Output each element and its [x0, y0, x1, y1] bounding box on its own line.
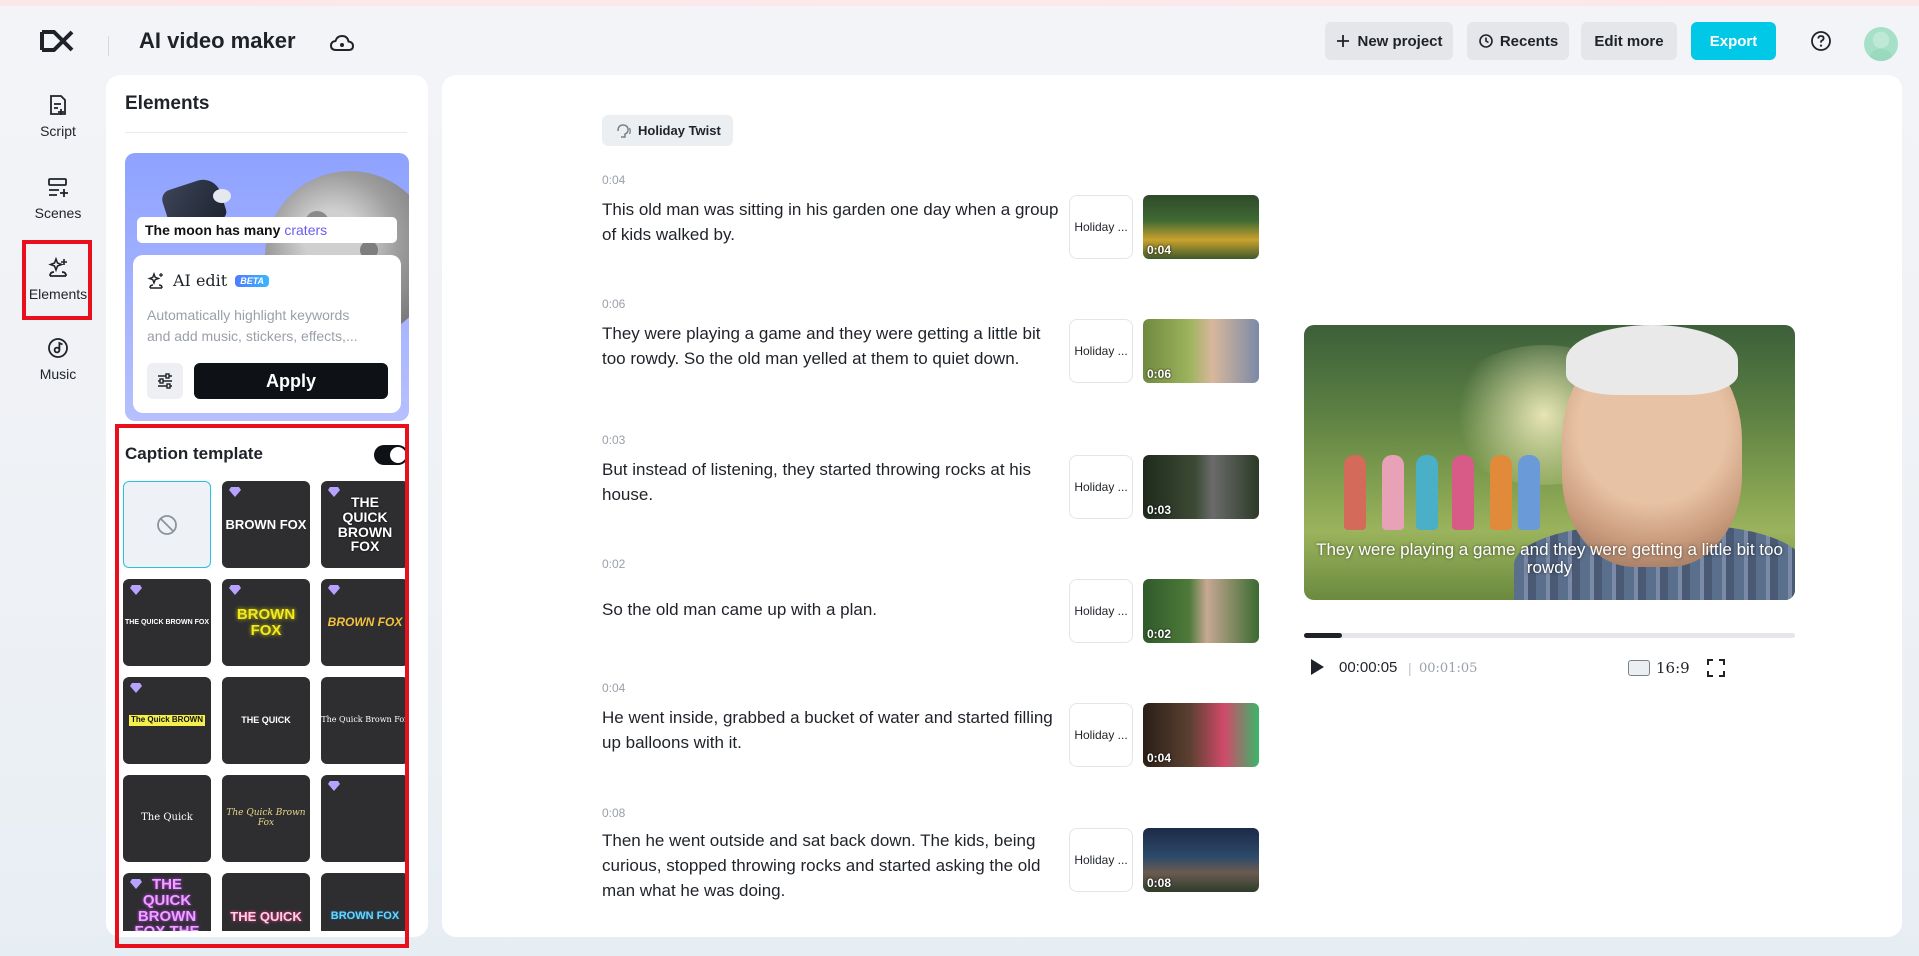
script-icon	[46, 93, 70, 117]
scene-template-chip[interactable]: Holiday ...	[1069, 319, 1133, 383]
scene-duration: 0:08	[602, 806, 625, 820]
music-icon	[46, 336, 70, 360]
header: AI video maker New project Recents Edit …	[0, 6, 1919, 76]
scene-duration: 0:02	[602, 557, 625, 571]
video-preview[interactable]: They were playing a game and they were g…	[1304, 325, 1795, 600]
recents-button[interactable]: Recents	[1467, 22, 1569, 60]
promo-caption-text: The moon has many	[145, 222, 280, 238]
scene-thumbnail[interactable]: 0:04	[1143, 195, 1259, 259]
scene-text[interactable]: They were playing a game and they were g…	[602, 321, 1062, 371]
preview-child-figure	[1490, 455, 1512, 530]
preview-caption: They were playing a game and they were g…	[1304, 541, 1795, 577]
app-title: AI video maker	[139, 28, 296, 54]
ai-edit-description: Automatically highlight keywords and add…	[147, 305, 392, 347]
playback-progress-fill	[1304, 633, 1342, 638]
fullscreen-icon[interactable]	[1706, 658, 1726, 678]
rail-label-scenes: Scenes	[35, 205, 82, 221]
cloud-icon[interactable]	[329, 33, 355, 53]
scene-text[interactable]: Then he went outside and sat back down. …	[602, 828, 1062, 903]
capcut-logo-icon[interactable]	[38, 26, 76, 56]
scene-text[interactable]: So the old man came up with a plan.	[602, 597, 1062, 622]
voice-icon	[614, 122, 632, 140]
ai-edit-settings-button[interactable]	[147, 363, 183, 399]
scene-thumbnail[interactable]: 0:03	[1143, 455, 1259, 519]
scene-text[interactable]: He went inside, grabbed a bucket of wate…	[602, 705, 1062, 755]
plus-icon	[1335, 33, 1351, 49]
ai-edit-promo-card: The moon has many craters AI edit BETA A…	[125, 153, 409, 421]
scene-text[interactable]: But instead of listening, they started t…	[602, 457, 1062, 507]
new-project-button[interactable]: New project	[1325, 22, 1453, 60]
panel-title: Elements	[125, 93, 209, 115]
scene-template-chip[interactable]: Holiday ...	[1069, 703, 1133, 767]
promo-caption: The moon has many craters	[137, 217, 397, 243]
scene-template-chip[interactable]: Holiday ...	[1069, 579, 1133, 643]
thumbnail-duration: 0:03	[1147, 503, 1171, 517]
export-label: Export	[1710, 33, 1758, 50]
caption-template-highlight-box	[115, 424, 409, 948]
thumbnail-duration: 0:06	[1147, 367, 1171, 381]
scene-thumbnail[interactable]: 0:06	[1143, 319, 1259, 383]
thumbnail-duration: 0:04	[1147, 243, 1171, 257]
ai-edit-desc-line1: Automatically highlight keywords	[147, 305, 392, 326]
panel-divider	[125, 132, 407, 133]
recents-label: Recents	[1500, 33, 1558, 50]
voice-name: Holiday Twist	[638, 123, 721, 138]
ai-edit-title: AI edit	[173, 271, 227, 290]
main-editor: Holiday Twist 0:04 This old man was sitt…	[442, 75, 1902, 937]
current-time: 00:00:05	[1339, 659, 1397, 676]
apply-button[interactable]: Apply	[194, 363, 388, 399]
rail-label-music: Music	[40, 366, 77, 382]
thumbnail-duration: 0:02	[1147, 627, 1171, 641]
preview-child-figure	[1382, 455, 1404, 530]
time-separator: |	[1408, 660, 1412, 676]
header-divider	[108, 36, 109, 56]
scene-thumbnail[interactable]: 0:08	[1143, 828, 1259, 892]
user-avatar[interactable]	[1864, 27, 1898, 61]
aspect-ratio-icon[interactable]	[1628, 660, 1650, 676]
rail-item-music[interactable]: Music	[14, 323, 102, 395]
scene-duration: 0:04	[602, 681, 625, 695]
rail-item-scenes[interactable]: Scenes	[14, 162, 102, 234]
scene-duration: 0:06	[602, 297, 625, 311]
satellite-light	[213, 189, 231, 203]
rail-label-script: Script	[40, 123, 76, 139]
aspect-ratio-label[interactable]: 16:9	[1656, 659, 1690, 677]
scenes-icon	[46, 175, 70, 199]
scene-thumbnail[interactable]: 0:02	[1143, 579, 1259, 643]
scene-thumbnail[interactable]: 0:04	[1143, 703, 1259, 767]
playback-progress-bar[interactable]	[1304, 633, 1795, 638]
edit-more-label: Edit more	[1594, 33, 1663, 50]
preview-child-figure	[1344, 455, 1366, 530]
scene-text[interactable]: This old man was sitting in his garden o…	[602, 197, 1062, 247]
voice-chip[interactable]: Holiday Twist	[602, 115, 733, 146]
thumbnail-duration: 0:08	[1147, 876, 1171, 890]
ai-edit-card: AI edit BETA Automatically highlight key…	[133, 255, 401, 413]
thumbnail-duration: 0:04	[1147, 751, 1171, 765]
promo-caption-keyword: craters	[284, 222, 327, 238]
rail-item-script[interactable]: Script	[14, 80, 102, 152]
scene-template-chip[interactable]: Holiday ...	[1069, 828, 1133, 892]
preview-child-figure	[1452, 455, 1474, 530]
help-icon[interactable]	[1810, 30, 1832, 52]
scene-duration: 0:03	[602, 433, 625, 447]
preview-child-figure	[1518, 455, 1540, 530]
ai-sparkle-icon	[147, 272, 165, 290]
scene-template-chip[interactable]: Holiday ...	[1069, 455, 1133, 519]
sliders-icon	[155, 371, 175, 391]
scene-template-chip[interactable]: Holiday ...	[1069, 195, 1133, 259]
ai-edit-heading: AI edit BETA	[147, 271, 269, 290]
beta-badge: BETA	[235, 275, 269, 287]
new-project-label: New project	[1357, 33, 1442, 50]
play-icon[interactable]	[1308, 657, 1326, 677]
export-button[interactable]: Export	[1691, 22, 1776, 60]
elements-highlight-box	[22, 240, 92, 320]
scene-duration: 0:04	[602, 173, 625, 187]
edit-more-button[interactable]: Edit more	[1581, 22, 1677, 60]
preview-child-figure	[1416, 455, 1438, 530]
clock-icon	[1478, 33, 1494, 49]
preview-man-hair	[1566, 325, 1738, 395]
total-time: 00:01:05	[1419, 661, 1477, 676]
ai-edit-desc-line2: and add music, stickers, effects,...	[147, 326, 392, 347]
